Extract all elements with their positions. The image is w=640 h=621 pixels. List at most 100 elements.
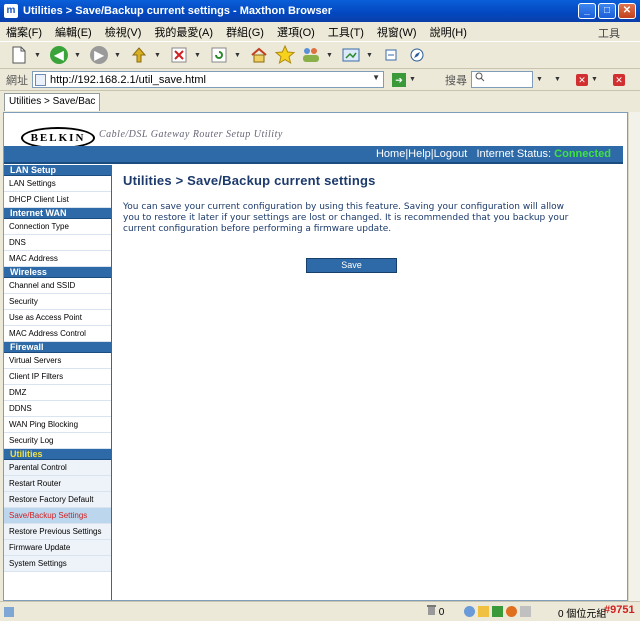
screenshot-icon[interactable] [340,44,362,66]
sidebar-item-restore-previous-settings[interactable]: Restore Previous Settings [4,524,111,540]
menu-window[interactable]: 視窗(W) [377,24,417,40]
tab-current-page[interactable]: Utilities > Save/Bac [4,93,101,111]
go-dropdown-icon[interactable]: ▼ [409,76,417,83]
maxthon-app-icon: m [4,4,18,18]
settings-icon[interactable] [520,606,531,617]
sidebar: LAN Setup LAN Settings DHCP Client List … [4,165,111,600]
sidebar-item-mac-address-control[interactable]: MAC Address Control [4,326,111,342]
maximize-button[interactable]: □ [598,3,616,19]
sidebar-section-internet-wan: Internet WAN [4,208,111,219]
menu-options[interactable]: 選項(O) [277,24,315,40]
refresh-icon[interactable] [208,44,230,66]
back-icon[interactable]: ◀ [48,44,70,66]
up-dropdown-icon[interactable]: ▼ [154,52,162,59]
sidebar-item-firmware-update[interactable]: Firmware Update [4,540,111,556]
sync-icon[interactable] [492,606,503,617]
search-input[interactable] [471,71,533,88]
new-page-dropdown-icon[interactable]: ▼ [34,52,42,59]
refresh-dropdown-icon[interactable]: ▼ [234,52,242,59]
stop-dropdown-icon[interactable]: ▼ [194,52,202,59]
up-icon[interactable] [128,44,150,66]
address-input[interactable]: http://192.168.2.1/util_save.html ▼ [32,71,384,88]
groups-dropdown-icon[interactable]: ▼ [326,52,334,59]
forward-icon[interactable]: ▶ [88,44,110,66]
close-tab-icon[interactable]: ✕ [613,73,625,86]
menu-tools[interactable]: 工具(T) [328,24,364,40]
blocked-count: 0 [427,605,444,618]
sidebar-section-wireless: Wireless [4,267,111,278]
sidebar-item-restart-router[interactable]: Restart Router [4,476,111,492]
sidebar-item-access-point[interactable]: Use as Access Point [4,310,111,326]
network-icon[interactable] [464,606,475,617]
tab-strip: Utilities > Save/Bac [0,91,640,112]
trash-icon [427,605,436,615]
menu-help[interactable]: 說明(H) [430,24,467,40]
sidebar-item-dns[interactable]: DNS [4,235,111,251]
save-button[interactable]: Save [306,258,397,273]
popup-blocker-icon[interactable] [478,606,489,617]
search-icon [475,72,485,82]
sidebar-item-security[interactable]: Security [4,294,111,310]
home-link[interactable]: Home [376,148,405,160]
vertical-scrollbar[interactable] [628,112,640,601]
clear-icon[interactable]: ✕ [576,73,588,86]
sidebar-item-parental-control[interactable]: Parental Control [4,460,111,476]
favorites-star-icon[interactable] [274,44,296,66]
sidebar-item-mac-address[interactable]: MAC Address [4,251,111,267]
menu-edit[interactable]: 編輯(E) [55,24,92,40]
sidebar-section-utilities: Utilities [4,449,111,460]
sidebar-item-security-log[interactable]: Security Log [4,433,111,449]
back-dropdown-icon[interactable]: ▼ [74,52,82,59]
groups-icon[interactable] [300,44,322,66]
address-label: 網址 [6,74,28,87]
blocked-count-value: 0 [438,607,445,618]
address-url[interactable]: http://192.168.2.1/util_save.html [50,74,206,86]
address-bar: 網址 http://192.168.2.1/util_save.html ▼ ➔… [0,69,640,91]
menu-file[interactable]: 檔案(F) [6,24,42,40]
page-options-icon[interactable] [380,44,402,66]
watermark-tag: #9751 [604,604,635,616]
forward-dropdown-icon[interactable]: ▼ [114,52,122,59]
sidebar-item-dmz[interactable]: DMZ [4,385,111,401]
address-dropdown-icon[interactable]: ▼ [372,73,380,82]
tagline: Cable/DSL Gateway Router Setup Utility [99,129,283,140]
page-description: You can save your current configuration … [123,202,569,234]
sidebar-item-wan-ping-blocking[interactable]: WAN Ping Blocking [4,417,111,433]
plugin-icon[interactable] [506,606,517,617]
sidebar-item-save-backup-settings[interactable]: Save/Backup Settings [4,508,111,524]
help-link[interactable]: Help [408,148,431,160]
top-nav-strip: Home|Help|Logout Internet Status: Connec… [4,146,623,164]
logout-link[interactable]: Logout [434,148,468,160]
web-page: BELKIN Cable/DSL Gateway Router Setup Ut… [3,112,628,601]
clear-dropdown-icon[interactable]: ▼ [591,76,599,83]
sidebar-item-dhcp-client-list[interactable]: DHCP Client List [4,192,111,208]
sidebar-item-lan-settings[interactable]: LAN Settings [4,176,111,192]
sidebar-item-ddns[interactable]: DDNS [4,401,111,417]
sidebar-item-channel-ssid[interactable]: Channel and SSID [4,278,111,294]
home-icon[interactable] [248,44,270,66]
close-button[interactable]: ✕ [618,3,636,19]
menu-view[interactable]: 檢視(V) [105,24,142,40]
menu-favorites[interactable]: 我的最愛(A) [154,24,213,40]
go-icon[interactable]: ➔ [392,72,406,87]
page-title: Utilities > Save/Backup current settings [123,173,376,188]
sidebar-item-system-settings[interactable]: System Settings [4,556,111,572]
sidebar-section-firewall: Firewall [4,342,111,353]
sidebar-item-restore-factory-default[interactable]: Restore Factory Default [4,492,111,508]
search-engine-dropdown-icon[interactable]: ▼ [536,76,544,83]
browser-toolbar: ▼ ◀ ▼ ▶ ▼ ▼ ▼ ▼ ▼ ▼ [0,41,640,69]
search-options-dropdown-icon[interactable]: ▼ [554,76,562,83]
download-info: 0 個位元組 [558,609,607,620]
compass-icon[interactable] [406,44,428,66]
page-icon [35,73,46,86]
stop-icon[interactable] [168,44,190,66]
sidebar-divider [111,165,112,600]
new-page-icon[interactable] [8,44,30,66]
toolbar-label[interactable]: 工具 [598,25,620,41]
sidebar-item-client-ip-filters[interactable]: Client IP Filters [4,369,111,385]
minimize-button[interactable]: _ [578,3,596,19]
menu-groups[interactable]: 群組(G) [226,24,264,40]
screenshot-dropdown-icon[interactable]: ▼ [366,52,374,59]
sidebar-item-connection-type[interactable]: Connection Type [4,219,111,235]
sidebar-item-virtual-servers[interactable]: Virtual Servers [4,353,111,369]
